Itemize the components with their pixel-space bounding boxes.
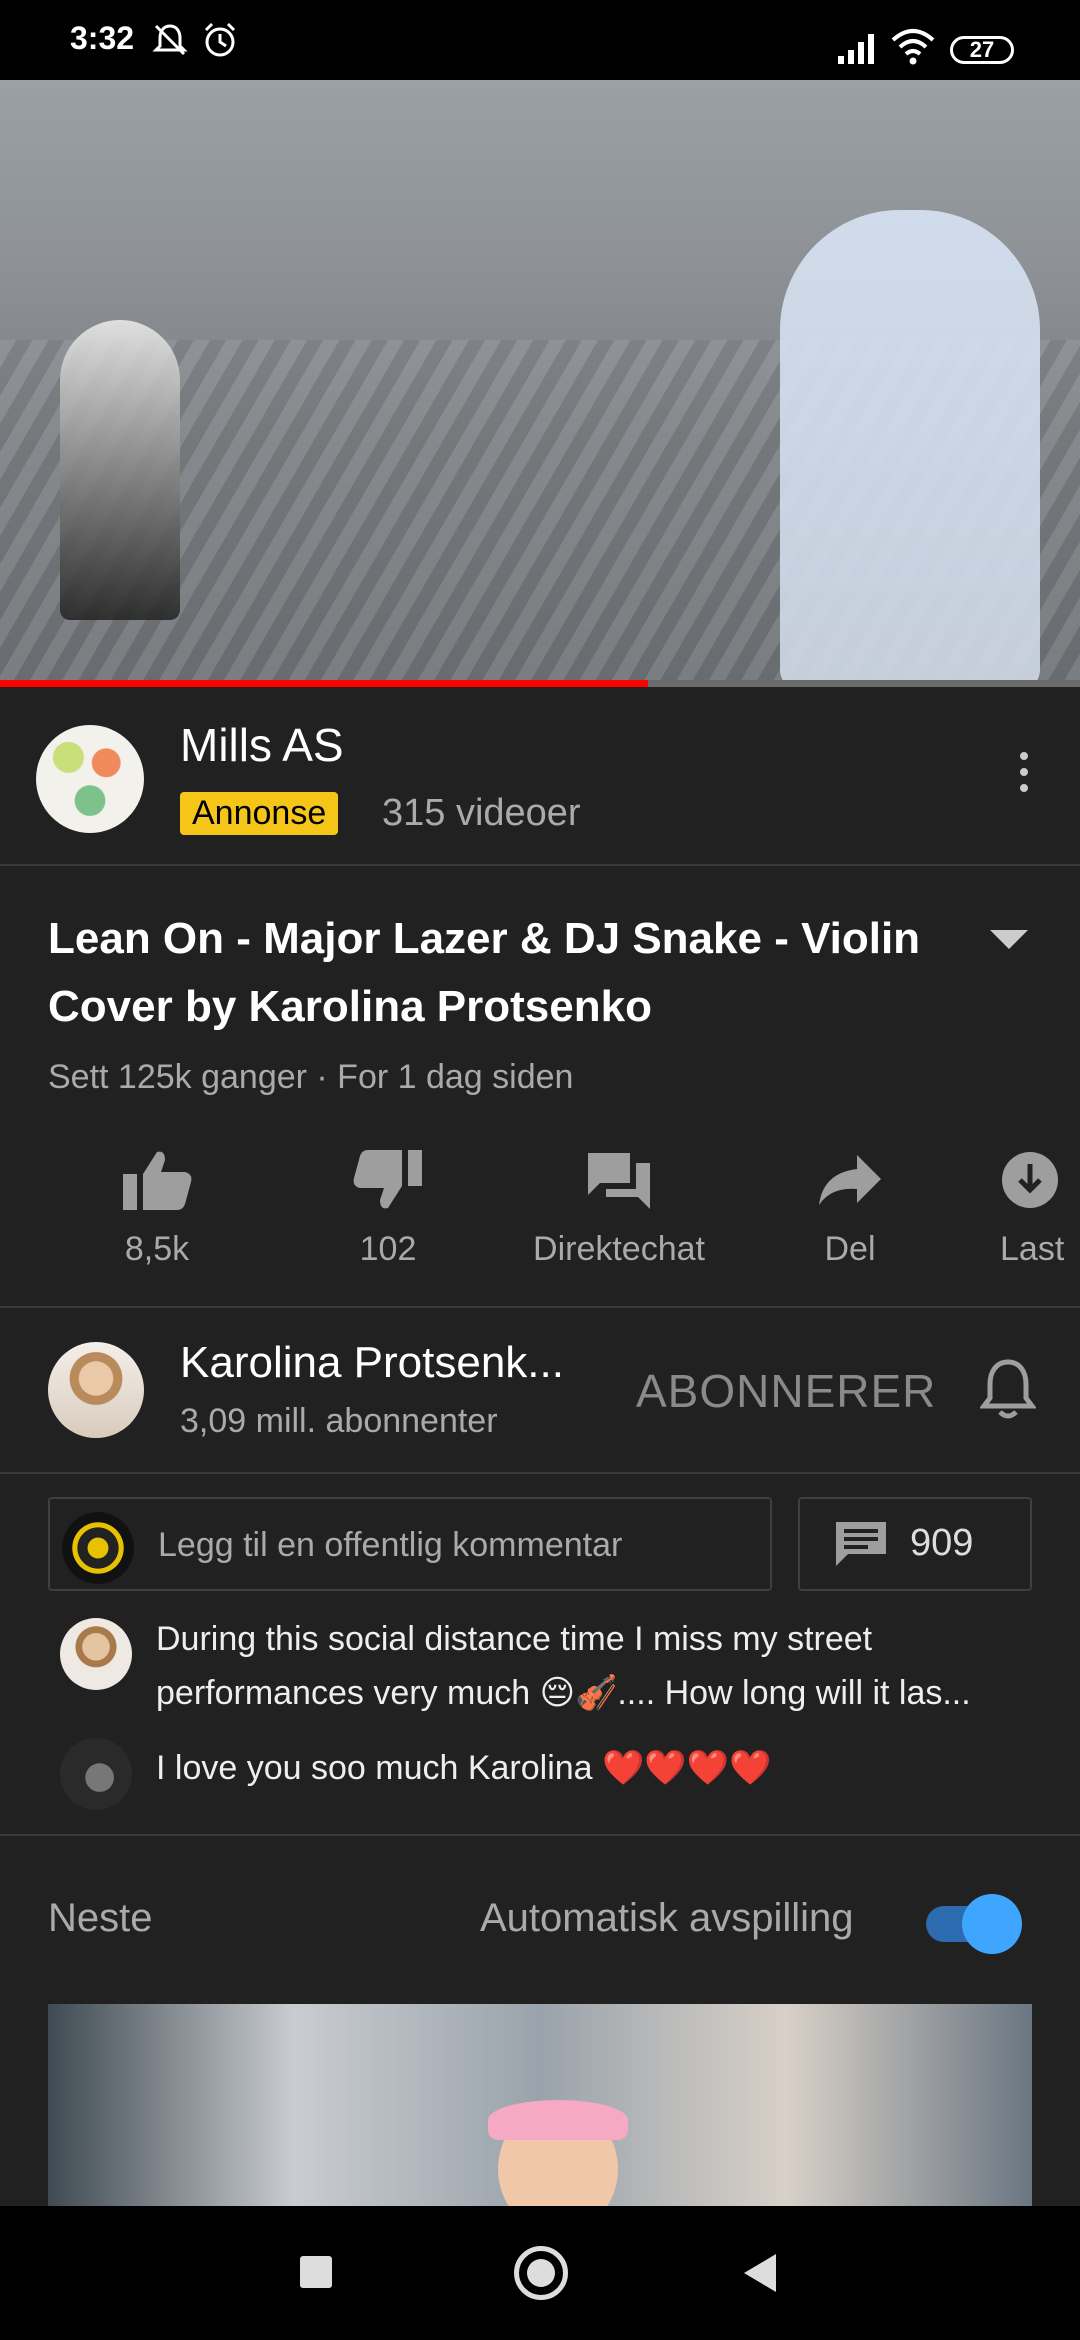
subscriber-count: 3,09 mill. abonnenter xyxy=(180,1402,498,1440)
ad-avatar[interactable] xyxy=(36,725,144,833)
video-frame-violinist xyxy=(780,210,1040,680)
download-icon xyxy=(1000,1140,1080,1220)
mute-icon xyxy=(150,20,190,65)
video-frame-child xyxy=(60,320,180,620)
home-icon[interactable] xyxy=(514,2246,568,2300)
like-count: 8,5k xyxy=(124,1230,190,1268)
live-chat-label: Direktechat xyxy=(533,1230,705,1268)
back-icon[interactable] xyxy=(744,2254,776,2292)
dislike-button[interactable]: 102 xyxy=(288,1140,488,1269)
wifi-icon xyxy=(890,28,936,71)
divider xyxy=(0,1306,1080,1308)
alarm-icon xyxy=(200,20,240,65)
expand-description-icon[interactable] xyxy=(990,930,1028,949)
status-time: 3:32 xyxy=(70,20,135,56)
next-video-thumbnail[interactable] xyxy=(48,2004,1032,2206)
thumbnail-cap xyxy=(488,2100,628,2140)
user-avatar xyxy=(62,1512,134,1584)
progress-bar-fill xyxy=(0,680,648,687)
divider xyxy=(0,864,1080,866)
ad-channel-name[interactable]: Mills AS xyxy=(180,718,344,772)
battery-level: 27 xyxy=(969,37,995,62)
share-icon xyxy=(750,1140,950,1220)
recents-icon[interactable] xyxy=(300,2256,332,2288)
comment-icon xyxy=(834,1520,888,1573)
autoplay-label: Automatisk avspilling xyxy=(480,1896,854,1940)
commenter-avatar[interactable] xyxy=(60,1738,132,1810)
channel-name[interactable]: Karolina Protsenk... xyxy=(180,1338,564,1388)
chat-icon xyxy=(519,1140,719,1220)
commenter-avatar[interactable] xyxy=(60,1618,132,1690)
comment-placeholder[interactable]: Legg til en offentlig kommentar xyxy=(158,1526,622,1565)
status-bar: 3:32 27 xyxy=(0,0,1080,80)
like-button[interactable]: 8,5k xyxy=(57,1140,257,1269)
comment-text[interactable]: I love you soo much Karolina ❤️❤️❤️❤️ xyxy=(156,1748,771,1788)
signal-icon xyxy=(836,30,878,71)
thumb-down-icon xyxy=(288,1140,488,1220)
video-player[interactable] xyxy=(0,80,1080,680)
download-button[interactable]: Last xyxy=(1000,1140,1080,1269)
video-meta: Sett 125k ganger · For 1 dag siden xyxy=(48,1058,574,1096)
share-button[interactable]: Del xyxy=(750,1140,950,1269)
channel-avatar[interactable] xyxy=(48,1342,144,1438)
download-label: Last xyxy=(1000,1230,1065,1268)
dislike-count: 102 xyxy=(359,1230,417,1268)
up-next-label: Neste xyxy=(48,1896,153,1940)
thumb-up-icon xyxy=(57,1140,257,1220)
divider xyxy=(0,1472,1080,1474)
subscribe-button[interactable]: ABONNERER xyxy=(636,1364,936,1418)
ad-badge: Annonse xyxy=(180,792,339,835)
bell-icon[interactable] xyxy=(979,1358,1037,1425)
share-label: Del xyxy=(824,1230,876,1268)
more-options-icon[interactable] xyxy=(1014,752,1034,800)
battery-icon: 27 xyxy=(950,36,1014,64)
autoplay-toggle-knob[interactable] xyxy=(962,1894,1022,1954)
live-chat-button[interactable]: Direktechat xyxy=(519,1140,719,1269)
comment-count: 909 xyxy=(910,1522,974,1564)
ad-video-count: 315 videoer xyxy=(382,792,581,834)
divider xyxy=(0,1834,1080,1836)
comment-text[interactable]: During this social distance time I miss … xyxy=(156,1612,1046,1720)
video-title[interactable]: Lean On - Major Lazer & DJ Snake - Violi… xyxy=(48,905,928,1041)
